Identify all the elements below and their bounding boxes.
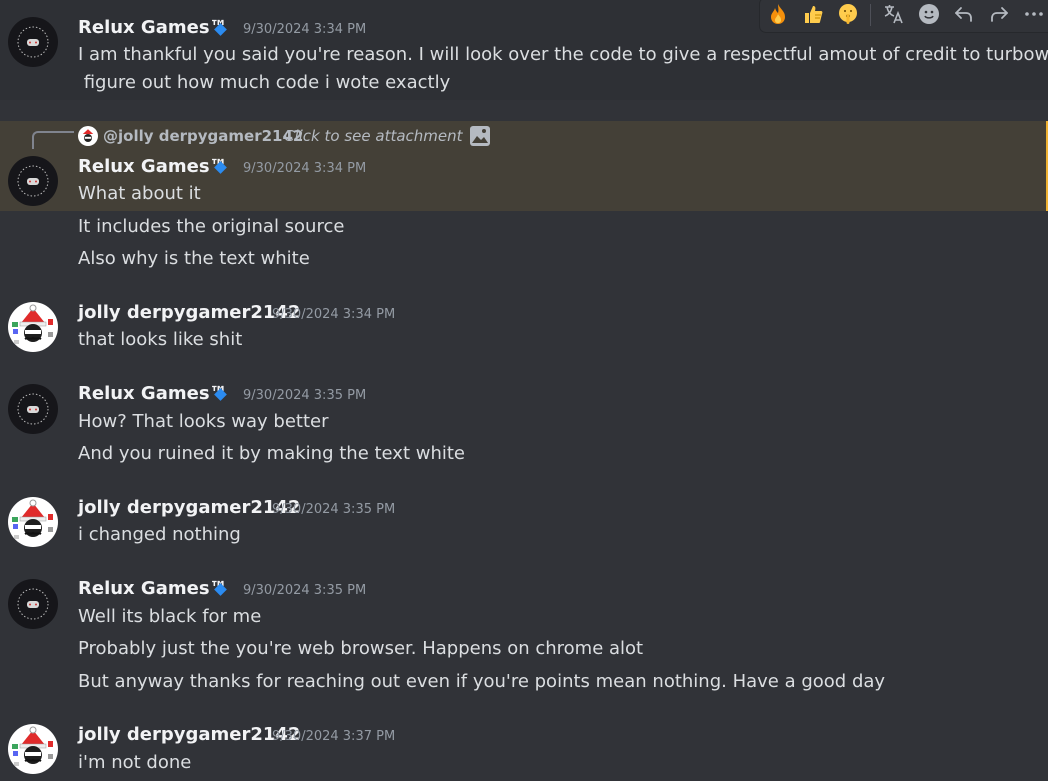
message-text: Well its black for me [78, 606, 262, 627]
fire-emoji-icon[interactable] [762, 0, 794, 30]
avatar-relux[interactable] [8, 579, 58, 629]
timestamp[interactable]: 9/30/2024 3:35 PM [243, 582, 366, 600]
message-text: How? That looks way better [78, 411, 329, 432]
message-text: It includes the original source [78, 216, 345, 237]
message-toolbar [760, 0, 1048, 32]
thumbs-up-emoji-icon[interactable] [797, 0, 829, 30]
image-icon[interactable] [469, 125, 491, 147]
timestamp[interactable]: 9/30/2024 3:34 PM [243, 21, 366, 39]
message-text: I am thankful you said you're reason. I … [78, 44, 1048, 65]
toolbar-separator [870, 4, 871, 26]
message-text: And you ruined it by making the text whi… [78, 443, 465, 464]
message-text: Probably just the you're web browser. Ha… [78, 638, 644, 659]
timestamp[interactable]: 9/30/2024 3:37 PM [272, 728, 395, 746]
avatar-relux[interactable] [8, 17, 58, 67]
username[interactable]: Relux Games™ [78, 383, 228, 405]
add-reaction-icon[interactable] [913, 0, 945, 30]
timestamp[interactable]: 9/30/2024 3:34 PM [272, 306, 395, 324]
avatar-jolly[interactable] [8, 302, 58, 352]
message-text: that looks like shit [78, 329, 243, 350]
reply-avatar[interactable] [78, 126, 98, 146]
translate-icon[interactable] [878, 0, 910, 30]
timestamp[interactable]: 9/30/2024 3:35 PM [272, 501, 395, 519]
username[interactable]: jolly derpygamer2142 [78, 497, 300, 519]
avatar-jolly[interactable] [8, 497, 58, 547]
avatar-relux[interactable] [8, 156, 58, 206]
reply-attachment-text[interactable]: Click to see attachment [284, 126, 463, 146]
username[interactable]: Relux Games™ [78, 156, 228, 178]
reply-icon[interactable] [948, 0, 980, 30]
forward-icon[interactable] [983, 0, 1015, 30]
timestamp[interactable]: 9/30/2024 3:35 PM [243, 387, 366, 405]
reply-spine [32, 131, 74, 149]
message-text: What about it [78, 183, 201, 204]
message-text: i changed nothing [78, 524, 241, 545]
message-text: Also why is the text white [78, 248, 310, 269]
avatar-relux[interactable] [8, 384, 58, 434]
username[interactable]: Relux Games™ [78, 578, 228, 600]
message-text: i'm not done [78, 752, 192, 773]
username[interactable]: jolly derpygamer2142 [78, 302, 300, 324]
reply-username[interactable]: @jolly derpygamer2142 [103, 126, 303, 146]
avatar-jolly[interactable] [8, 724, 58, 774]
message-text: But anyway thanks for reaching out even … [78, 671, 886, 692]
shushing-face-emoji-icon[interactable] [832, 0, 864, 30]
username[interactable]: jolly derpygamer2142 [78, 724, 300, 746]
more-icon[interactable] [1018, 0, 1048, 30]
message-text: figure out how much code i wote exactly [78, 72, 451, 93]
timestamp[interactable]: 9/30/2024 3:34 PM [243, 160, 366, 178]
username[interactable]: Relux Games™ [78, 17, 228, 39]
